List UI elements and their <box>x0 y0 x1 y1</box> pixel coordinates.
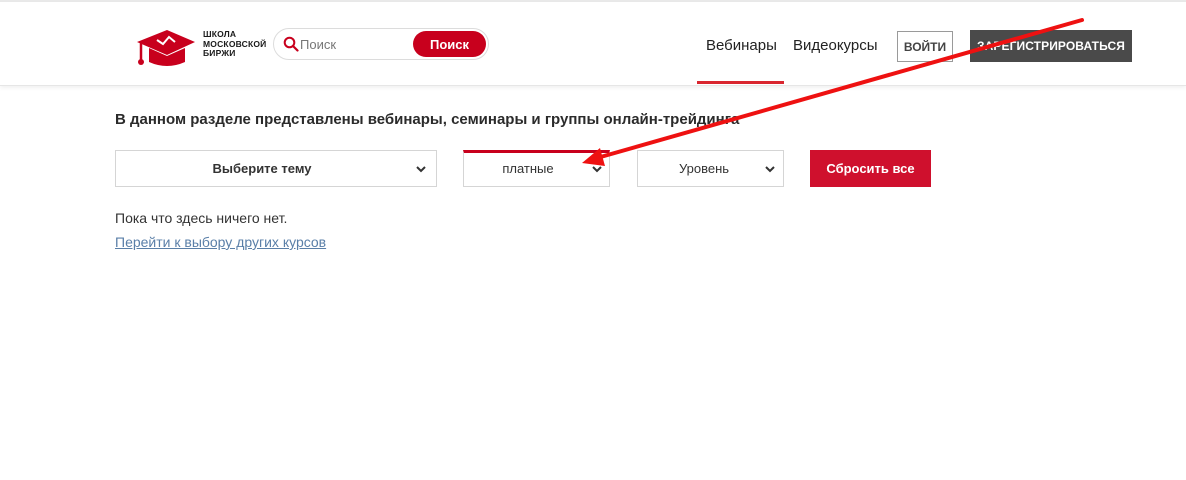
nav-video-courses[interactable]: Видеокурсы <box>793 37 878 54</box>
other-courses-link[interactable]: Перейти к выбору других курсов <box>115 234 326 250</box>
level-select[interactable]: Уровень <box>637 150 784 187</box>
nav-webinars[interactable]: Вебинары <box>706 37 777 54</box>
level-select-value: Уровень <box>678 161 730 176</box>
price-select-value: платные <box>502 161 554 176</box>
search-input[interactable] <box>300 36 410 53</box>
login-button[interactable]: ВОЙТИ <box>897 31 953 62</box>
chevron-down-icon <box>765 166 775 173</box>
nav-active-indicator <box>697 81 784 84</box>
logo-cap-icon <box>137 30 195 66</box>
search-box: Поиск <box>273 28 489 60</box>
section-intro: В данном разделе представлены вебинары, … <box>115 111 740 128</box>
logo[interactable]: ШКОЛА МОСКОВСКОЙ БИРЖИ <box>135 28 270 70</box>
reset-filters-button[interactable]: Сбросить все <box>810 150 931 187</box>
topic-select[interactable]: Выберите тему <box>115 150 437 187</box>
chevron-down-icon <box>416 166 426 173</box>
topic-select-value: Выберите тему <box>212 161 312 176</box>
price-select[interactable]: платные <box>463 150 610 187</box>
site-header: ШКОЛА МОСКОВСКОЙ БИРЖИ Поиск Вебинары Ви… <box>0 2 1186 86</box>
logo-text: ШКОЛА МОСКОВСКОЙ БИРЖИ <box>203 29 267 58</box>
chevron-down-icon <box>592 166 602 173</box>
search-icon <box>283 36 299 52</box>
register-button[interactable]: ЗАРЕГИСТРИРОВАТЬСЯ <box>970 30 1132 62</box>
search-button[interactable]: Поиск <box>413 31 486 57</box>
empty-message: Пока что здесь ничего нет. <box>115 210 288 226</box>
